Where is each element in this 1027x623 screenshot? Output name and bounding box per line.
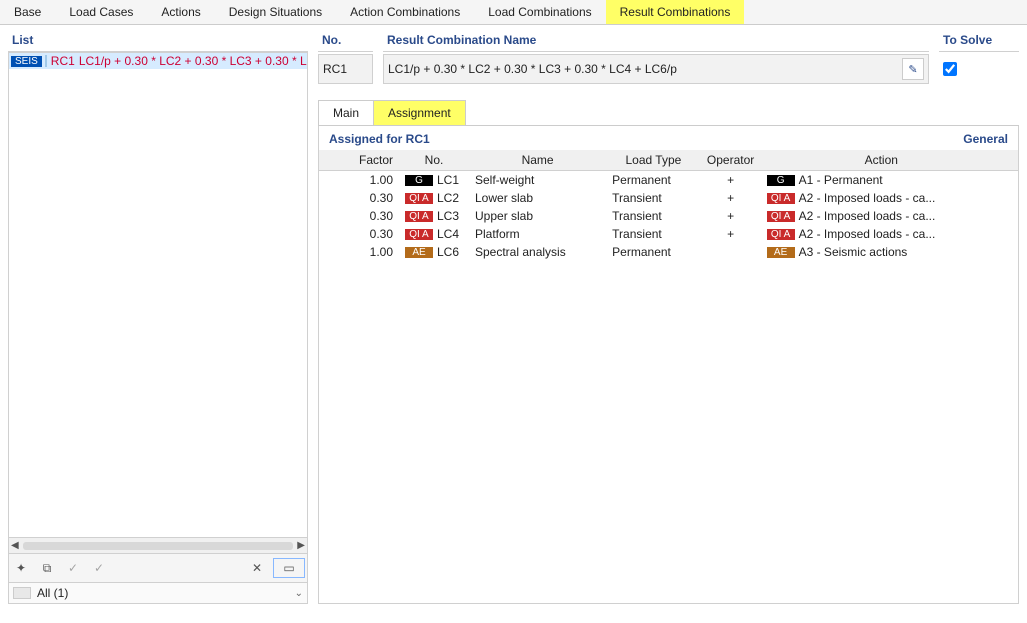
operator-cell[interactable]: + (701, 207, 761, 225)
name-cell: Spectral analysis (469, 243, 606, 261)
name-cell: Platform (469, 225, 606, 243)
assignment-table: FactorNo.NameLoad TypeOperatorAction 1.0… (319, 150, 1018, 261)
table-row[interactable]: 1.00 G LC1 Self-weightPermanent+ G A1 - Perma… (319, 171, 1018, 190)
filter-label: All (1) (37, 586, 289, 600)
list-panel: List SEIS RC1 LC1/p + 0.30 * LC2 + 0.30 … (8, 31, 308, 604)
load-badge: QI A (405, 211, 433, 222)
table-row[interactable]: 0.30 QI A LC4 PlatformTransient+ QI A A2 - Im… (319, 225, 1018, 243)
load-badge: G (405, 175, 433, 186)
tab-design-situations[interactable]: Design Situations (215, 0, 336, 24)
copy-button[interactable]: ⧉ (37, 558, 57, 578)
apply-button[interactable]: ✓ (63, 558, 83, 578)
col-header: Operator (701, 150, 761, 171)
list-toolbar: ✦ ⧉ ✓ ✓ ✕ ▭ (8, 554, 308, 583)
color-swatch (45, 55, 47, 67)
type-cell: Transient (606, 225, 700, 243)
assignment-box: Assigned for RC1 General FactorNo.NameLo… (318, 126, 1019, 604)
apply-all-button[interactable]: ✓ (89, 558, 109, 578)
factor-cell[interactable]: 1.00 (319, 243, 399, 261)
col-header: Name (469, 150, 606, 171)
scroll-left-icon[interactable]: ◀ (11, 540, 19, 551)
col-header: Factor (319, 150, 399, 171)
formula-edit-button[interactable]: ✎ (902, 58, 924, 80)
factor-cell[interactable]: 0.30 (319, 189, 399, 207)
chevron-down-icon: ⌄ (295, 588, 303, 599)
tab-load-cases[interactable]: Load Cases (55, 0, 147, 24)
no-value[interactable]: RC1 (323, 62, 368, 76)
type-cell: Permanent (606, 171, 700, 190)
operator-cell[interactable]: + (701, 225, 761, 243)
action-badge: G (767, 175, 795, 186)
scroll-thumb[interactable] (23, 542, 294, 550)
no-label: No. (318, 31, 373, 52)
col-header (1002, 150, 1018, 171)
action-badge: AE (767, 247, 795, 258)
load-badge: QI A (405, 193, 433, 204)
action-label: A2 - Imposed loads - ca... (799, 227, 936, 241)
list-title: List (8, 31, 308, 52)
factor-cell[interactable]: 0.30 (319, 225, 399, 243)
rc-formula: LC1/p + 0.30 * LC2 + 0.30 * LC3 + 0.30 *… (79, 54, 307, 68)
type-cell: Transient (606, 189, 700, 207)
action-label: A3 - Seismic actions (799, 245, 908, 259)
solve-checkbox[interactable] (943, 62, 957, 76)
general-label: General (963, 132, 1008, 146)
name-cell: Self-weight (469, 171, 606, 190)
action-label: A2 - Imposed loads - ca... (799, 209, 936, 223)
inner-tabs: MainAssignment (318, 100, 1019, 126)
details-panel: No. RC1 Result Combination Name LC1/p + … (318, 31, 1019, 604)
filter-dropdown[interactable]: All (1) ⌄ (8, 583, 308, 604)
operator-cell[interactable] (701, 243, 761, 261)
operator-cell[interactable]: + (701, 189, 761, 207)
action-label: A1 - Permanent (799, 173, 883, 187)
horizontal-scrollbar[interactable]: ◀ ▶ (9, 537, 307, 553)
solve-label: To Solve (939, 31, 1019, 52)
inner-tab-main[interactable]: Main (318, 100, 374, 125)
load-no: LC3 (437, 209, 459, 223)
tab-action-combinations[interactable]: Action Combinations (336, 0, 474, 24)
type-cell: Transient (606, 207, 700, 225)
load-no: LC6 (437, 245, 459, 259)
tab-actions[interactable]: Actions (147, 0, 214, 24)
layout-button[interactable]: ▭ (273, 558, 305, 578)
assign-title: Assigned for RC1 (329, 132, 430, 146)
load-no: LC4 (437, 227, 459, 241)
type-cell: Permanent (606, 243, 700, 261)
table-row[interactable]: 0.30 QI A LC2 Lower slabTransient+ QI A A2 - … (319, 189, 1018, 207)
load-badge: AE (405, 247, 433, 258)
load-no: LC1 (437, 173, 459, 187)
tab-load-combinations[interactable]: Load Combinations (474, 0, 605, 24)
name-label: Result Combination Name (383, 31, 929, 52)
inner-tab-assignment[interactable]: Assignment (373, 100, 466, 125)
table-row[interactable]: 0.30 QI A LC3 Upper slabTransient+ QI A A2 - … (319, 207, 1018, 225)
seis-badge: SEIS (11, 56, 42, 67)
action-badge: QI A (767, 229, 795, 240)
tab-result-combinations[interactable]: Result Combinations (606, 0, 745, 24)
filter-swatch (13, 587, 31, 599)
factor-cell[interactable]: 1.00 (319, 171, 399, 190)
factor-cell[interactable]: 0.30 (319, 207, 399, 225)
main-tabs: BaseLoad CasesActionsDesign SituationsAc… (0, 0, 1027, 25)
col-header: No. (399, 150, 469, 171)
delete-button[interactable]: ✕ (247, 558, 267, 578)
new-button[interactable]: ✦ (11, 558, 31, 578)
name-value[interactable]: LC1/p + 0.30 * LC2 + 0.30 * LC3 + 0.30 *… (388, 62, 896, 76)
action-label: A2 - Imposed loads - ca... (799, 191, 936, 205)
load-no: LC2 (437, 191, 459, 205)
name-cell: Lower slab (469, 189, 606, 207)
load-badge: QI A (405, 229, 433, 240)
rc-id: RC1 (51, 54, 75, 68)
action-badge: QI A (767, 211, 795, 222)
operator-cell[interactable]: + (701, 171, 761, 190)
scroll-right-icon[interactable]: ▶ (297, 540, 305, 551)
name-cell: Upper slab (469, 207, 606, 225)
action-badge: QI A (767, 193, 795, 204)
fields-row: No. RC1 Result Combination Name LC1/p + … (318, 31, 1019, 84)
table-row[interactable]: 1.00 AE LC6 Spectral analysisPermanent AE A3 … (319, 243, 1018, 261)
list-item[interactable]: SEIS RC1 LC1/p + 0.30 * LC2 + 0.30 * LC3… (9, 53, 307, 69)
col-header: Action (761, 150, 1002, 171)
tab-base[interactable]: Base (0, 0, 55, 24)
col-header: Load Type (606, 150, 700, 171)
list-area[interactable]: SEIS RC1 LC1/p + 0.30 * LC2 + 0.30 * LC3… (8, 52, 308, 554)
